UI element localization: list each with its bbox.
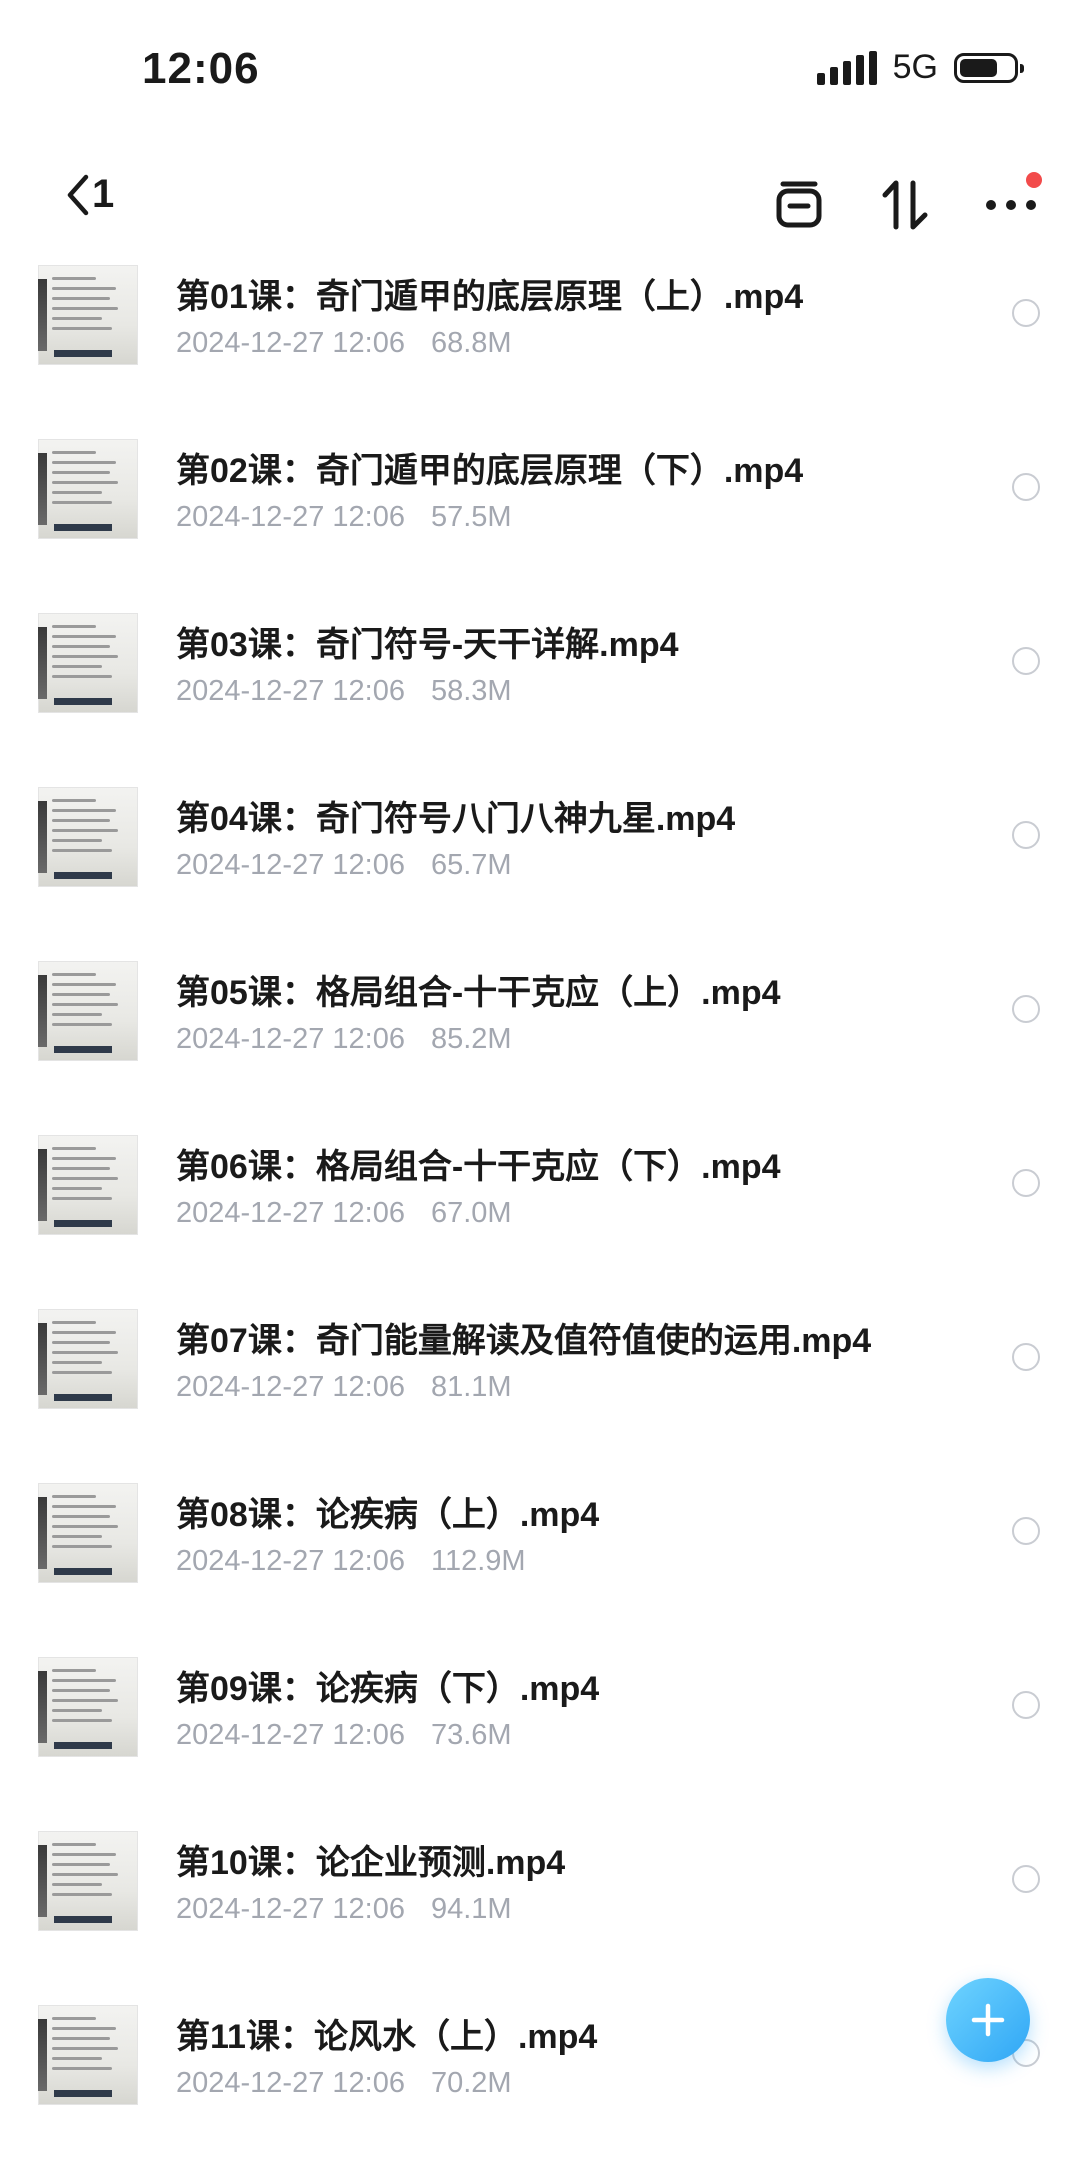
file-row[interactable]: 第09课：论疾病（下）.mp4 2024-12-27 12:06 73.6M <box>0 1647 1080 1821</box>
file-size: 70.2M <box>430 2067 512 2099</box>
video-thumbnail <box>38 2005 138 2105</box>
file-row[interactable]: 第05课：格局组合-十干克应（上）.mp4 2024-12-27 12:06 85.… <box>0 951 1080 1125</box>
file-date: 2024-12-27 12:06 <box>176 675 405 707</box>
video-thumbnail <box>38 1135 138 1235</box>
file-name: 第11课：论风水（上）.mp4 <box>176 2018 598 2056</box>
video-thumbnail <box>38 1831 138 1931</box>
sort-icon <box>882 180 928 230</box>
notification-dot <box>1026 172 1042 188</box>
select-checkbox[interactable] <box>1012 1517 1040 1545</box>
file-size: 112.9M <box>430 1545 526 1577</box>
sort-button[interactable] <box>876 176 934 234</box>
video-thumbnail <box>38 787 138 887</box>
file-date: 2024-12-27 12:06 <box>176 849 405 881</box>
file-meta: 2024-12-27 12:06 112.9M <box>176 1545 526 1578</box>
video-thumbnail <box>38 961 138 1061</box>
file-name: 第10课：论企业预测.mp4 <box>176 1844 566 1882</box>
file-row[interactable]: 第01课：奇门遁甲的底层原理（上）.mp4 2024-12-27 12:06 68.… <box>0 255 1080 429</box>
file-date: 2024-12-27 12:06 <box>176 1545 405 1577</box>
file-size: 65.7M <box>430 849 512 881</box>
file-list: 第01课：奇门遁甲的底层原理（上）.mp4 2024-12-27 12:06 68.… <box>0 255 1080 2169</box>
file-meta: 2024-12-27 12:06 81.1M <box>176 1371 512 1404</box>
file-meta: 2024-12-27 12:06 85.2M <box>176 1023 512 1056</box>
file-row[interactable]: 第10课：论企业预测.mp4 2024-12-27 12:06 94.1M <box>0 1821 1080 1995</box>
select-checkbox[interactable] <box>1012 647 1040 675</box>
file-name: 第02课：奇门遁甲的底层原理（下）.mp4 <box>176 452 804 490</box>
select-checkbox[interactable] <box>1012 1691 1040 1719</box>
status-bar: 12:06 5G <box>0 0 1080 140</box>
file-date: 2024-12-27 12:06 <box>176 1719 405 1751</box>
select-checkbox[interactable] <box>1012 1169 1040 1197</box>
file-size: 67.0M <box>430 1197 512 1229</box>
file-date: 2024-12-27 12:06 <box>176 2067 405 2099</box>
file-name: 第06课：格局组合-十干克应（下）.mp4 <box>176 1148 781 1186</box>
file-name: 第09课：论疾病（下）.mp4 <box>176 1670 600 1708</box>
file-size: 57.5M <box>430 501 512 533</box>
file-size: 58.3M <box>430 675 512 707</box>
inbox-button[interactable] <box>770 176 828 234</box>
plus-icon <box>971 2003 1005 2037</box>
file-name: 第08课：论疾病（上）.mp4 <box>176 1496 600 1534</box>
file-meta: 2024-12-27 12:06 58.3M <box>176 675 512 708</box>
file-meta: 2024-12-27 12:06 68.8M <box>176 327 512 360</box>
file-meta: 2024-12-27 12:06 70.2M <box>176 2067 512 2100</box>
more-icon <box>986 200 1036 210</box>
file-size: 94.1M <box>430 1893 512 1925</box>
select-checkbox[interactable] <box>1012 1343 1040 1371</box>
status-time: 12:06 <box>142 44 260 93</box>
file-row[interactable]: 第02课：奇门遁甲的底层原理（下）.mp4 2024-12-27 12:06 57.… <box>0 429 1080 603</box>
more-button[interactable] <box>982 172 1042 234</box>
file-size: 73.6M <box>430 1719 512 1751</box>
inbox-icon <box>776 181 822 228</box>
file-row[interactable]: 第06课：格局组合-十干克应（下）.mp4 2024-12-27 12:06 67.… <box>0 1125 1080 1299</box>
battery-level <box>960 58 997 77</box>
select-checkbox[interactable] <box>1012 299 1040 327</box>
file-meta: 2024-12-27 12:06 57.5M <box>176 501 512 534</box>
video-thumbnail <box>38 1483 138 1583</box>
video-thumbnail <box>38 1657 138 1757</box>
video-thumbnail <box>38 613 138 713</box>
add-button[interactable] <box>946 1978 1030 2062</box>
file-meta: 2024-12-27 12:06 73.6M <box>176 1719 512 1752</box>
network-label: 5G <box>892 48 938 86</box>
file-row[interactable]: 第11课：论风水（上）.mp4 2024-12-27 12:06 70.2M <box>0 1995 1080 2169</box>
file-meta: 2024-12-27 12:06 94.1M <box>176 1893 512 1926</box>
select-checkbox[interactable] <box>1012 821 1040 849</box>
file-meta: 2024-12-27 12:06 67.0M <box>176 1197 512 1230</box>
video-thumbnail <box>38 1309 138 1409</box>
select-checkbox[interactable] <box>1012 995 1040 1023</box>
select-checkbox[interactable] <box>1012 473 1040 501</box>
file-name: 第07课：奇门能量解读及值符值使的运用.mp4 <box>176 1322 872 1360</box>
back-button[interactable]: 1 <box>64 172 114 217</box>
back-count: 1 <box>92 172 115 216</box>
file-date: 2024-12-27 12:06 <box>176 1893 405 1925</box>
video-thumbnail <box>38 439 138 539</box>
file-date: 2024-12-27 12:06 <box>176 1371 405 1403</box>
video-thumbnail <box>38 265 138 365</box>
file-name: 第05课：格局组合-十干克应（上）.mp4 <box>176 974 781 1012</box>
file-date: 2024-12-27 12:06 <box>176 1023 405 1055</box>
file-size: 68.8M <box>430 327 512 359</box>
file-meta: 2024-12-27 12:06 65.7M <box>176 849 512 882</box>
status-indicators: 5G <box>816 48 1024 87</box>
nav-actions <box>770 172 1042 234</box>
signal-icon <box>816 50 877 85</box>
file-name: 第04课：奇门符号八门八神九星.mp4 <box>176 800 736 838</box>
file-date: 2024-12-27 12:06 <box>176 1197 405 1229</box>
file-row[interactable]: 第08课：论疾病（上）.mp4 2024-12-27 12:06 112.9M <box>0 1473 1080 1647</box>
file-name: 第03课：奇门符号-天干详解.mp4 <box>176 626 679 664</box>
file-size: 81.1M <box>430 1371 512 1403</box>
battery-icon <box>954 52 1024 83</box>
file-date: 2024-12-27 12:06 <box>176 327 405 359</box>
nav-bar: 1 <box>0 150 1080 260</box>
file-size: 85.2M <box>430 1023 512 1055</box>
file-row[interactable]: 第03课：奇门符号-天干详解.mp4 2024-12-27 12:06 58.3M <box>0 603 1080 777</box>
file-date: 2024-12-27 12:06 <box>176 501 405 533</box>
file-name: 第01课：奇门遁甲的底层原理（上）.mp4 <box>176 278 804 316</box>
file-row[interactable]: 第07课：奇门能量解读及值符值使的运用.mp4 2024-12-27 12:06 8… <box>0 1299 1080 1473</box>
back-chevron-icon <box>67 174 89 215</box>
select-checkbox[interactable] <box>1012 1865 1040 1893</box>
file-row[interactable]: 第04课：奇门符号八门八神九星.mp4 2024-12-27 12:06 65.7M <box>0 777 1080 951</box>
